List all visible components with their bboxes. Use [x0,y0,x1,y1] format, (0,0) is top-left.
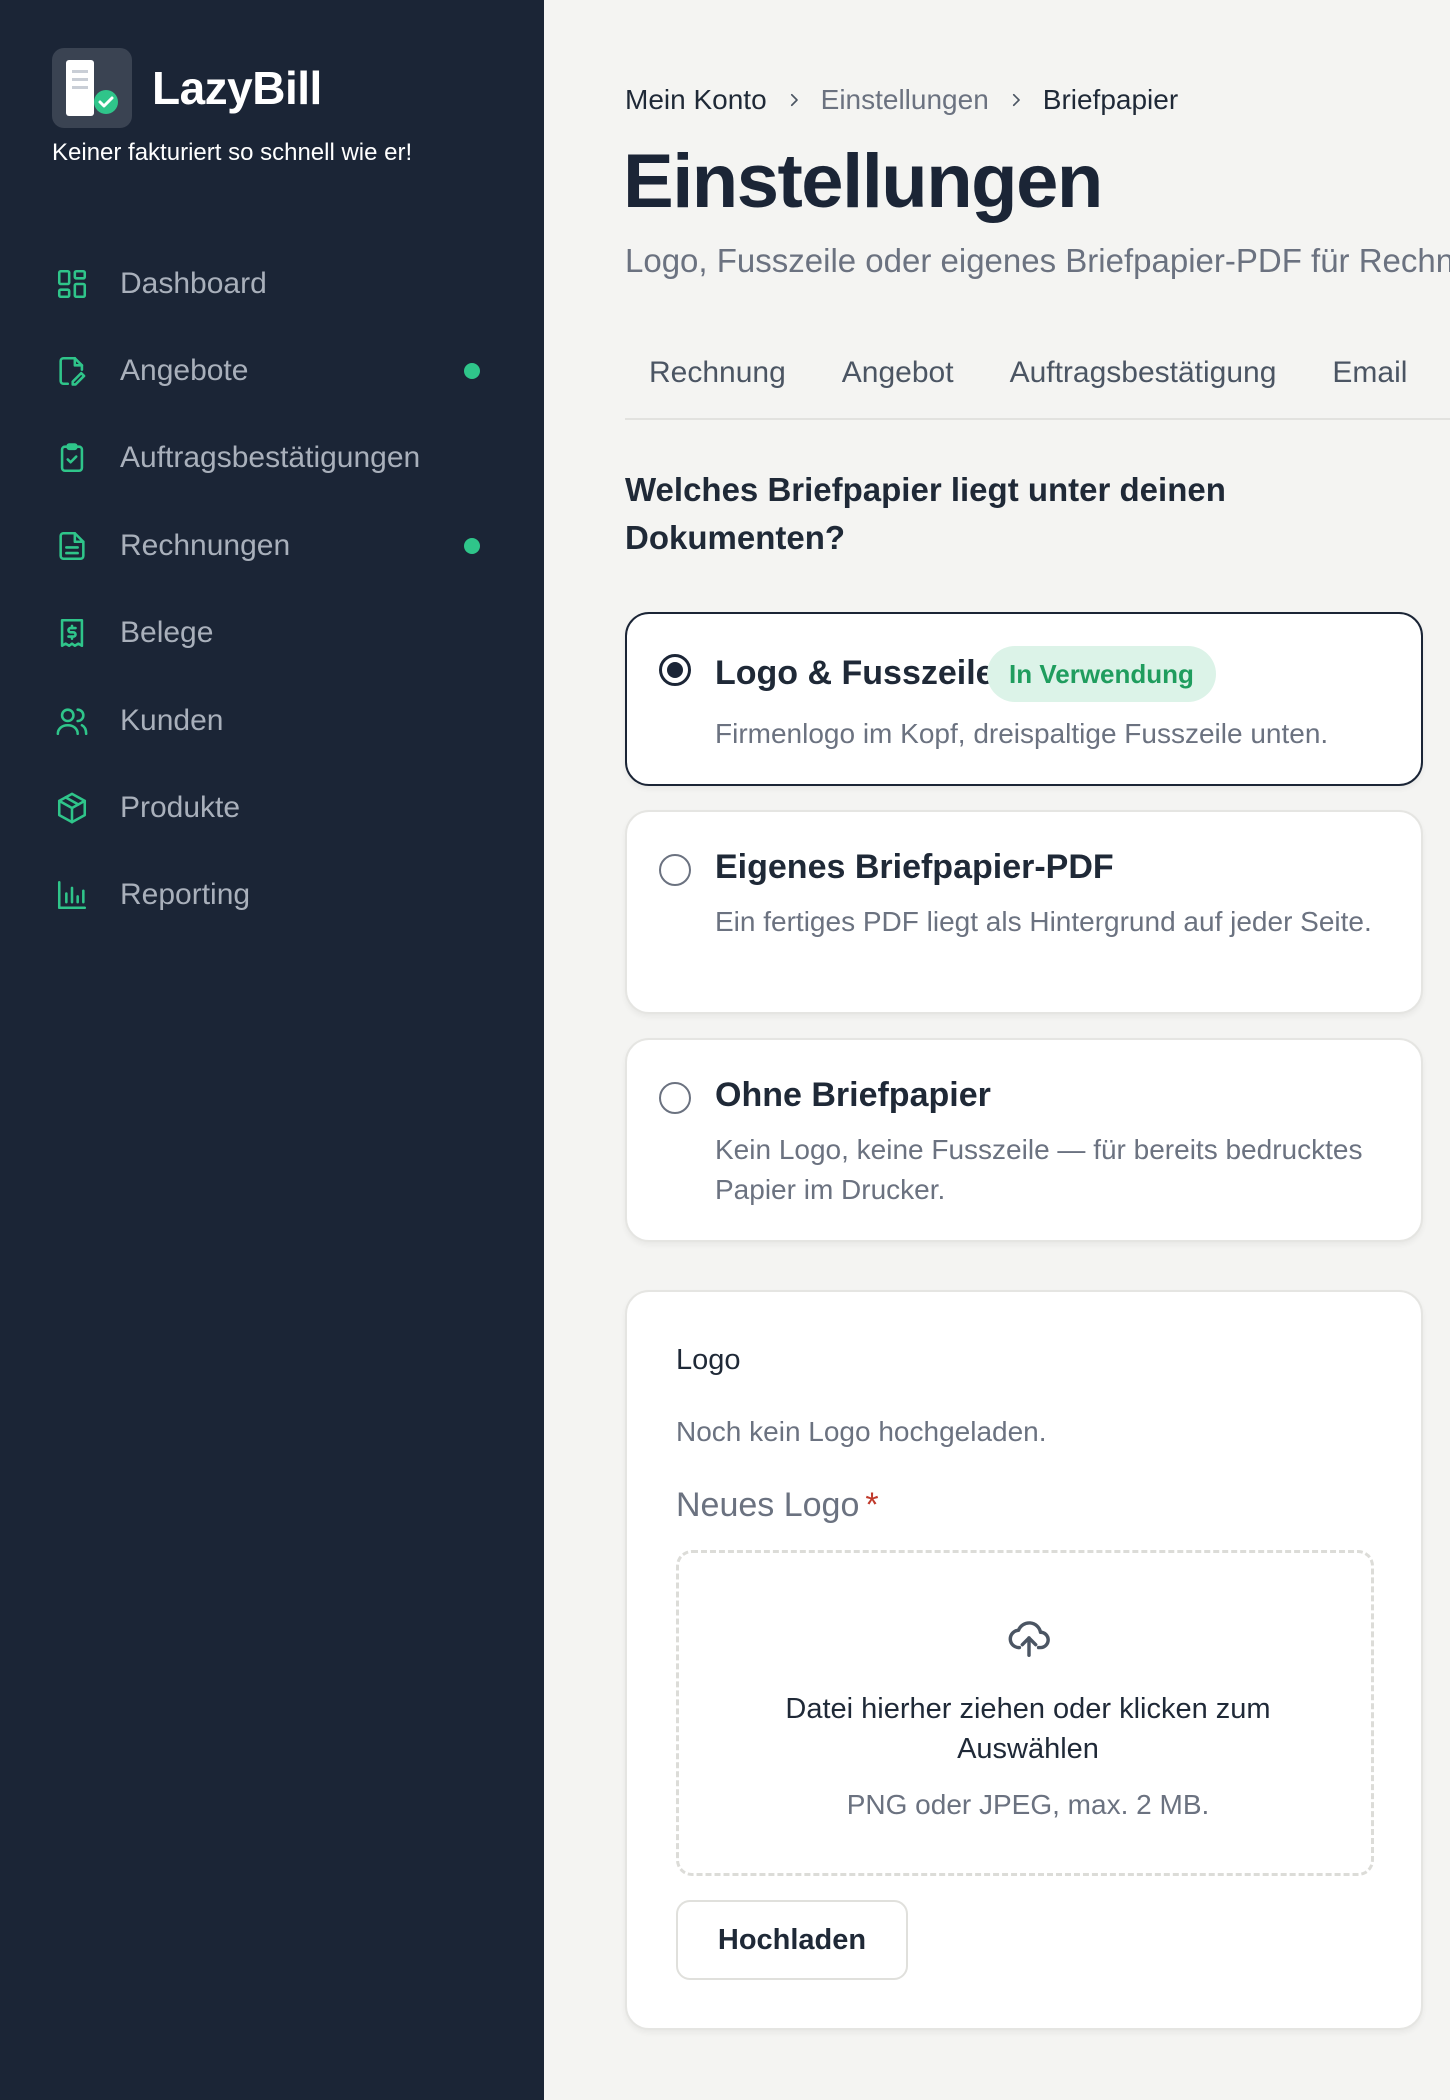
logo-dropzone[interactable]: Datei hierher ziehen oder klicken zum Au… [676,1550,1374,1876]
brand-name: LazyBill [152,62,322,114]
chevron-right-icon [785,91,803,109]
notification-dot [464,537,480,554]
dashboard-icon [52,264,92,304]
breadcrumb-item-mein-konto[interactable]: Mein Konto [625,84,767,116]
brand[interactable]: LazyBill [52,48,322,128]
tab-email[interactable]: Email [1308,350,1431,418]
sidebar-item-label: Belege [120,616,214,650]
option-description: Kein Logo, keine Fusszeile — für bereits… [715,1134,1363,1205]
option-ohne-briefpapier[interactable]: Ohne Briefpapier Kein Logo, keine Fussze… [625,1038,1423,1242]
option-title: Ohne Briefpapier [715,1076,991,1114]
radio-logo-fusszeile[interactable] [659,654,691,686]
sidebar-item-rechnungen[interactable]: Rechnungen [52,502,492,589]
app-logo-icon [52,48,132,128]
users-icon [52,701,92,741]
cloud-upload-icon [1006,1615,1052,1666]
sidebar-item-auftragsbestaetigungen[interactable]: Auftragsbestätigungen [52,415,492,502]
dropzone-hint: PNG oder JPEG, max. 2 MB. [846,1789,1210,1820]
document-edit-icon [52,351,92,391]
chevron-right-icon [1007,91,1025,109]
option-logo-fusszeile[interactable]: Logo & Fusszeile In Verwendung Firmenlog… [625,612,1423,786]
radio-eigenes-briefpapier-pdf[interactable] [659,854,691,886]
sidebar-nav: Dashboard Angebote Auftragsbestätigungen… [52,240,492,939]
letterhead-question: Welches Briefpapier liegt unter deinen D… [625,471,1226,556]
option-description: Firmenlogo im Kopf, dreispaltige Fusszei… [715,718,1329,749]
breadcrumb-item-briefpapier: Briefpapier [1042,84,1179,115]
sidebar-item-label: Angebote [120,354,249,388]
tab-auftragsbestaetigung[interactable]: Auftragsbestätigung [986,350,1301,418]
breadcrumb-item-einstellungen[interactable]: Einstellungen [821,84,989,116]
sidebar-item-label: Rechnungen [120,528,291,562]
package-icon [52,788,92,828]
sidebar-item-label: Produkte [120,791,241,825]
logo-status-text: Noch kein Logo hochgeladen. [676,1416,1047,1447]
sidebar-item-label: Dashboard [120,266,267,300]
logo-upload-card: Logo Noch kein Logo hochgeladen. Neues L… [625,1290,1423,2030]
sidebar-item-reporting[interactable]: Reporting [52,852,492,939]
notification-dot [464,363,480,380]
status-badge: In Verwendung [987,646,1216,702]
sidebar-item-kunden[interactable]: Kunden [52,677,492,764]
option-title: Logo & Fusszeile [715,654,995,692]
field-label-text: Neues Logo [676,1486,860,1524]
main-content: Mein Konto Einstellungen Briefpapier Ein… [544,0,1450,2100]
page-subtitle: Logo, Fusszeile oder eigenes Briefpapier… [625,242,1450,279]
logo-section-title: Logo [676,1344,741,1376]
tab-angebot[interactable]: Angebot [818,350,978,418]
clipboard-check-icon [52,438,92,478]
sidebar-item-label: Auftragsbestätigungen [120,441,421,475]
tab-rechnung[interactable]: Rechnung [625,350,810,418]
bar-chart-icon [52,875,92,915]
option-eigenes-briefpapier-pdf[interactable]: Eigenes Briefpapier-PDF Ein fertiges PDF… [625,810,1423,1014]
sidebar-item-label: Kunden [120,703,224,737]
brand-tagline: Keiner fakturiert so schnell wie er! [52,139,413,166]
breadcrumb: Mein Konto Einstellungen Briefpapier [625,84,1178,116]
option-description: Ein fertiges PDF liegt als Hintergrund a… [715,906,1372,937]
upload-button[interactable]: Hochladen [676,1900,908,1980]
sidebar-item-label: Reporting [120,878,251,912]
option-title: Eigenes Briefpapier-PDF [715,848,1114,886]
sidebar-item-produkte[interactable]: Produkte [52,764,492,851]
required-marker: * [865,1486,879,1524]
settings-tabs: Rechnung Angebot Auftragsbestätigung Ema… [625,350,1450,420]
receipt-icon [52,613,92,653]
sidebar-item-belege[interactable]: Belege [52,590,492,677]
page-title: Einstellungen [623,139,1103,224]
sidebar-item-angebote[interactable]: Angebote [52,327,492,414]
sidebar-item-dashboard[interactable]: Dashboard [52,240,492,327]
invoice-icon [52,526,92,566]
dropzone-instruction: Datei hierher ziehen oder klicken zum Au… [785,1693,1271,1765]
new-logo-label: Neues Logo * [676,1486,879,1525]
radio-ohne-briefpapier[interactable] [659,1082,691,1114]
sidebar: LazyBill Keiner fakturiert so schnell wi… [0,0,544,2100]
